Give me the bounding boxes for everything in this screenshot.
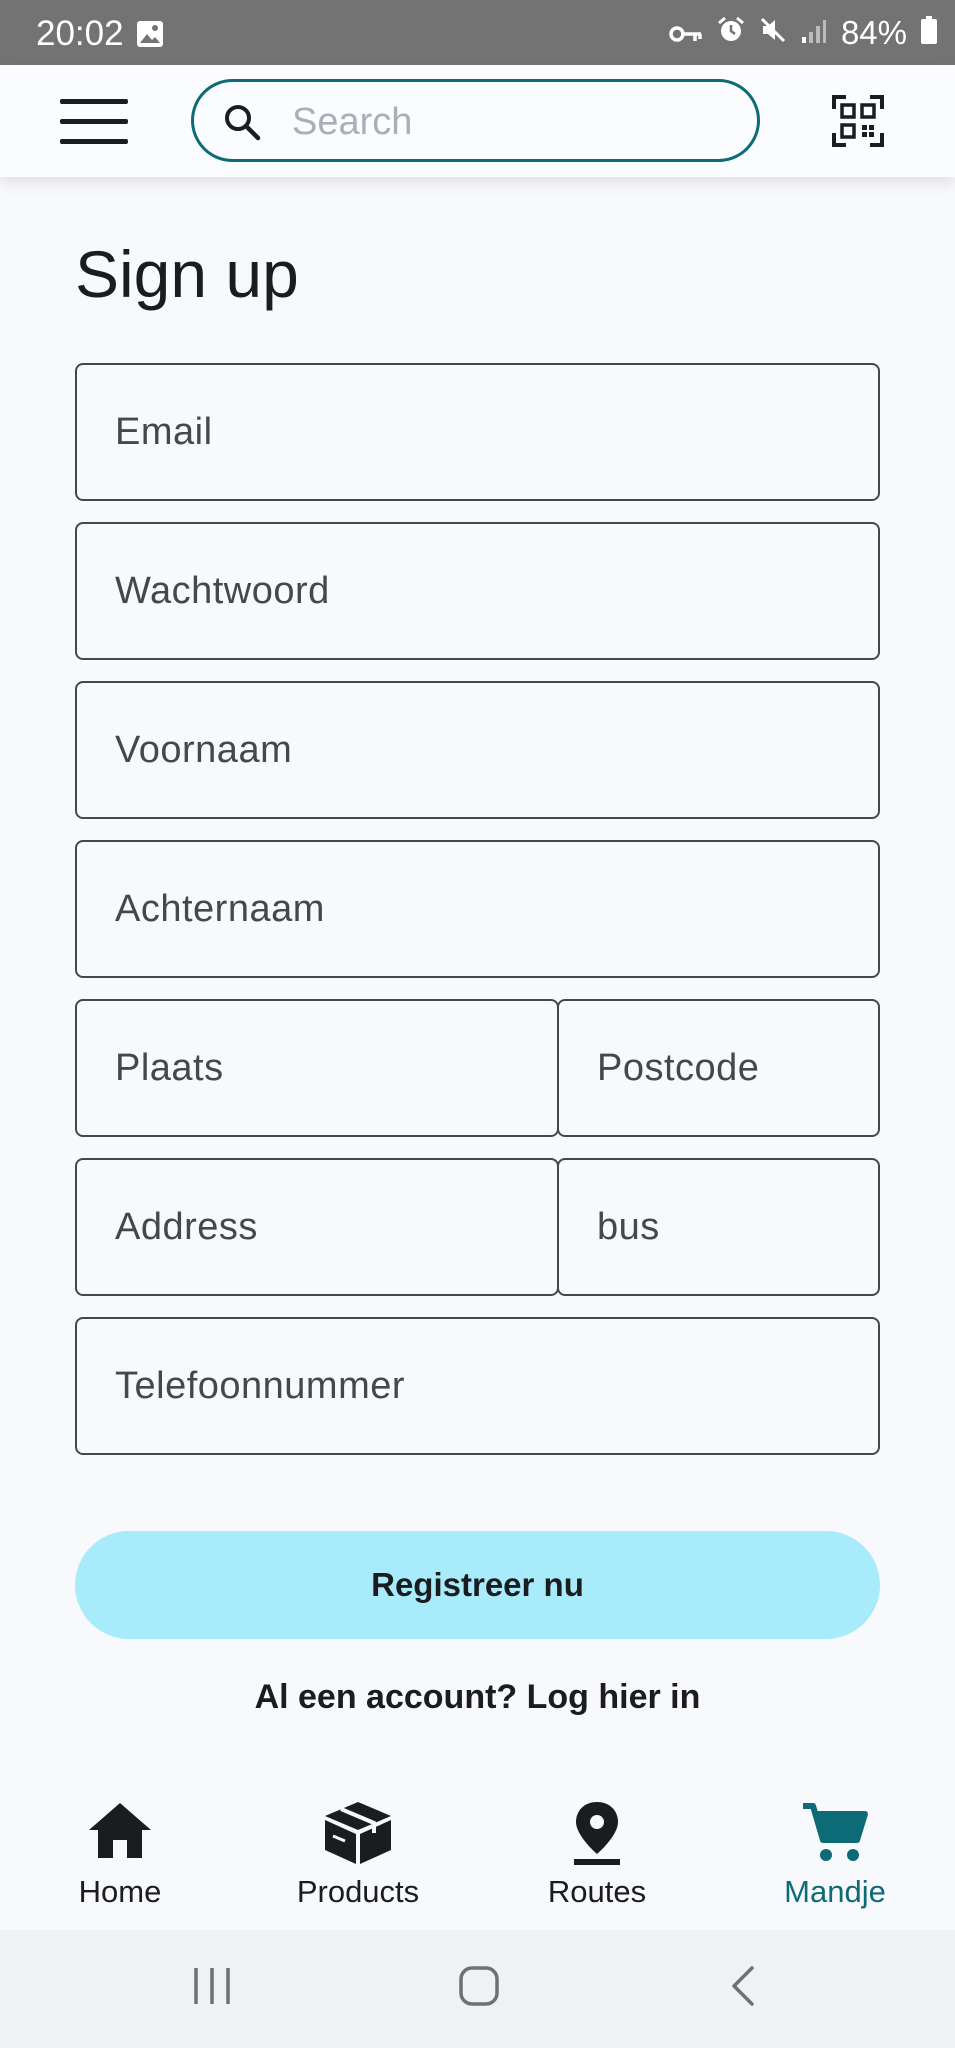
nav-label-products: Products	[296, 1874, 420, 1909]
nav-label-home: Home	[78, 1874, 162, 1909]
status-bar: 20:02 84%	[0, 0, 955, 65]
first-name-row: Voornaam	[75, 681, 880, 819]
nav-item-products[interactable]: Products	[258, 1770, 458, 1930]
email-label: Email	[115, 410, 213, 453]
last-name-row: Achternaam	[75, 840, 880, 978]
page-title: Sign up	[75, 237, 299, 311]
nav-item-mandje[interactable]: Mandje	[735, 1770, 935, 1930]
signal-icon	[801, 14, 827, 52]
nav-label-routes: Routes	[547, 1874, 647, 1909]
home-circle-icon[interactable]	[458, 1964, 500, 2013]
postcode-field[interactable]: Postcode	[557, 999, 880, 1137]
recents-icon[interactable]	[192, 1964, 232, 2013]
phone-row: Telefoonnummer	[75, 1317, 880, 1455]
app-bar	[0, 65, 955, 177]
bus-label: bus	[597, 1205, 660, 1248]
last-name-label: Achternaam	[115, 887, 325, 930]
bottom-navigation: Home Products Routes Mandje	[0, 1770, 955, 1930]
battery-text: 84%	[840, 14, 907, 51]
city-label: Plaats	[115, 1046, 224, 1089]
qr-scan-icon[interactable]	[832, 95, 884, 152]
gallery-icon	[136, 20, 164, 53]
first-name-label: Voornaam	[115, 728, 293, 771]
nav-item-home[interactable]: Home	[20, 1770, 220, 1930]
package-icon	[325, 1802, 391, 1864]
search-icon	[225, 105, 261, 141]
system-navigation-bar	[0, 1930, 955, 2048]
register-button[interactable]: Registreer nu	[75, 1531, 880, 1639]
address-field[interactable]: Address	[75, 1158, 559, 1296]
hamburger-menu-icon[interactable]	[60, 99, 128, 147]
city-postcode-row: Plaats Postcode	[75, 999, 880, 1137]
alarm-icon	[717, 14, 745, 52]
phone-label: Telefoonnummer	[115, 1364, 406, 1407]
back-icon[interactable]	[728, 1964, 758, 2013]
search-bar[interactable]	[191, 79, 760, 162]
password-row: Wachtwoord	[75, 522, 880, 660]
phone-field[interactable]: Telefoonnummer	[75, 1317, 880, 1455]
postcode-label: Postcode	[597, 1046, 760, 1089]
address-bus-row: Address bus	[75, 1158, 880, 1296]
email-field[interactable]: Email	[75, 363, 880, 501]
nav-label-mandje: Mandje	[784, 1874, 886, 1909]
location-pin-icon	[574, 1802, 620, 1865]
cart-icon	[803, 1803, 868, 1861]
status-time: 20:02	[36, 14, 124, 53]
last-name-field[interactable]: Achternaam	[75, 840, 880, 978]
search-input[interactable]	[290, 92, 734, 152]
address-label: Address	[115, 1205, 258, 1248]
city-field[interactable]: Plaats	[75, 999, 559, 1137]
bus-field[interactable]: bus	[557, 1158, 880, 1296]
password-field[interactable]: Wachtwoord	[75, 522, 880, 660]
login-link[interactable]: Al een account? Log hier in	[0, 1678, 955, 1717]
password-label: Wachtwoord	[115, 569, 330, 612]
mute-icon	[759, 14, 787, 52]
first-name-field[interactable]: Voornaam	[75, 681, 880, 819]
email-row: Email	[75, 363, 880, 501]
nav-item-routes[interactable]: Routes	[497, 1770, 697, 1930]
key-icon	[669, 14, 703, 52]
battery-icon	[921, 14, 937, 52]
home-icon	[89, 1803, 151, 1858]
